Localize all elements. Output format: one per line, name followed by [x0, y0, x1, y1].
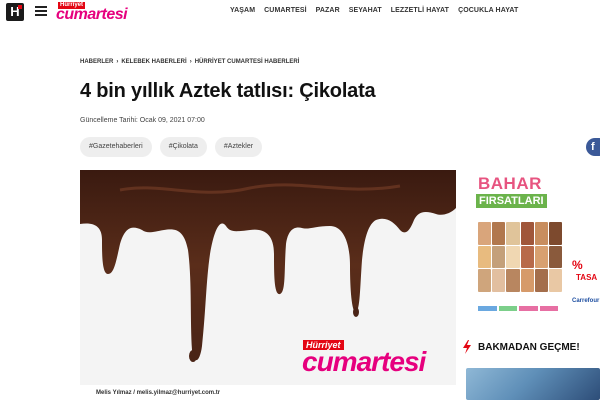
ad-percent: % [572, 258, 583, 272]
cumartesi-logo[interactable]: Hürriyet cumartesi [56, 2, 128, 23]
hero-cumartesi-logo: Hürriyet cumartesi [302, 340, 452, 380]
ad-title: BAHAR [478, 174, 542, 193]
nav-lezzetli-hayat[interactable]: LEZZETLİ HAYAT [391, 7, 449, 14]
hurriyet-logo[interactable]: H [6, 3, 24, 21]
lightning-icon [463, 340, 471, 354]
chevron-right-icon: › [189, 59, 192, 65]
nav-pazar[interactable]: PAZAR [316, 7, 340, 14]
nav-cocukla-hayat[interactable]: ÇOCUKLA HAYAT [458, 7, 518, 14]
nav-cumartesi[interactable]: CUMARTESİ [264, 7, 307, 14]
tag-list: #Gazetehaberleri #Çikolata #Aztekler [80, 137, 263, 157]
article-hero-image: Hürriyet cumartesi [80, 170, 456, 385]
brand-main: cumartesi [56, 6, 128, 23]
menu-icon[interactable] [35, 6, 47, 16]
breadcrumb-cumartesi[interactable]: HÜRRİYET CUMARTESİ HABERLERİ [195, 59, 300, 65]
hero-brand-main: cumartesi [302, 346, 426, 377]
ad-subtitle: FIRSATLARI [476, 194, 547, 208]
ad-color-strip [478, 306, 558, 311]
site-header: H Hürriyet cumartesi YAŞAM CUMARTESİ PAZ… [0, 0, 600, 26]
chevron-right-icon: › [116, 59, 119, 65]
update-date: Güncelleme Tarihi: Ocak 09, 2021 07:00 [80, 117, 205, 124]
must-see-label: BAKMADAN GEÇME! [478, 341, 580, 353]
ad-product-grid [478, 222, 562, 292]
ad-store-name: Carrefour [572, 298, 600, 304]
advertisement-banner[interactable]: BAHAR FIRSATLARI % TASA Carrefour [474, 170, 600, 318]
ad-side-text: TASA [576, 273, 598, 282]
nav-yasam[interactable]: YAŞAM [230, 7, 255, 14]
tag-cikolata[interactable]: #Çikolata [159, 137, 207, 157]
must-see-section-header: BAKMADAN GEÇME! [462, 340, 580, 354]
tag-gazetehaberleri[interactable]: #Gazetehaberleri [80, 137, 152, 157]
breadcrumb-kelebek[interactable]: KELEBEK HABERLERİ [121, 59, 186, 65]
breadcrumb-haberler[interactable]: HABERLER [80, 59, 113, 65]
author-line: Melis Yılmaz / melis.yilmaz@hurriyet.com… [96, 390, 221, 396]
article-title: 4 bin yıllık Aztek tatlısı: Çikolata [80, 80, 376, 102]
top-nav: YAŞAM CUMARTESİ PAZAR SEYAHAT LEZZETLİ H… [230, 7, 518, 14]
must-see-thumbnail[interactable] [466, 368, 600, 400]
tag-aztekler[interactable]: #Aztekler [214, 137, 263, 157]
facebook-share-button[interactable]: f [586, 138, 600, 156]
nav-seyahat[interactable]: SEYAHAT [349, 7, 382, 14]
breadcrumb: HABERLER › KELEBEK HABERLERİ › HÜRRİYET … [80, 59, 299, 65]
